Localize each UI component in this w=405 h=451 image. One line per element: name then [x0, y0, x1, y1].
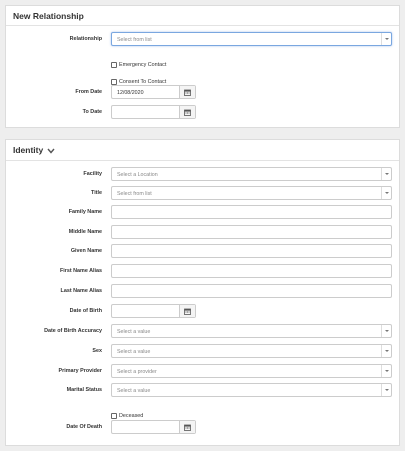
- first-name-alias-label: First Name Alias: [59, 268, 102, 274]
- relationship-row: Relationship Select from list: [6, 32, 399, 48]
- facility-row: Facility Select a Location: [6, 167, 399, 183]
- sex-row: Sex Select a value: [6, 344, 399, 360]
- title-placeholder: Select from list: [117, 190, 152, 197]
- sex-placeholder: Select a value: [117, 348, 151, 355]
- relationship-placeholder: Select from list: [117, 36, 152, 43]
- date-of-death-label: Date Of Death: [66, 424, 102, 430]
- dob-accuracy-placeholder: Select a value: [117, 328, 151, 335]
- from-date-value: 12/08/2020: [117, 89, 144, 96]
- from-date-field[interactable]: 12/08/2020: [111, 85, 196, 99]
- chevron-down-icon: [381, 384, 391, 396]
- calendar-icon: [184, 308, 191, 315]
- primary-provider-label: Primary Provider: [58, 368, 102, 374]
- from-date-row: From Date 12/08/2020: [6, 85, 399, 101]
- to-date-row: To Date: [6, 105, 399, 121]
- facility-label: Facility: [83, 171, 102, 177]
- primary-provider-row: Primary Provider Select a provider: [6, 364, 399, 380]
- first-name-alias-input[interactable]: [111, 264, 392, 278]
- to-date-field[interactable]: [111, 105, 196, 119]
- panel-title: New Relationship: [6, 6, 399, 26]
- facility-placeholder: Select a Location: [117, 171, 158, 178]
- panel-header[interactable]: Identity: [6, 140, 399, 161]
- given-name-label: Given Name: [70, 248, 102, 254]
- sex-select[interactable]: Select a value: [111, 344, 392, 358]
- calendar-button[interactable]: [179, 421, 195, 433]
- relationship-select[interactable]: Select from list: [111, 32, 392, 46]
- title-row: Title Select from list: [6, 186, 399, 202]
- calendar-icon: [184, 109, 191, 116]
- family-name-input[interactable]: [111, 205, 392, 219]
- marital-status-label: Marital Status: [66, 387, 102, 393]
- date-of-death-field[interactable]: [111, 420, 196, 434]
- chevron-down-icon: [381, 187, 391, 199]
- new-relationship-panel: New Relationship Relationship Select fro…: [5, 5, 400, 128]
- emergency-contact-label: Emergency Contact: [119, 61, 167, 68]
- marital-status-select[interactable]: Select a value: [111, 383, 392, 397]
- identity-panel: Identity Facility Select a Location Titl…: [5, 139, 400, 446]
- family-name-row: Family Name: [6, 205, 399, 221]
- primary-provider-select[interactable]: Select a provider: [111, 364, 392, 378]
- panel-title: Identity: [13, 145, 44, 155]
- given-name-input[interactable]: [111, 244, 392, 258]
- chevron-down-icon: [381, 345, 391, 357]
- calendar-button[interactable]: [179, 86, 195, 98]
- last-name-alias-input[interactable]: [111, 284, 392, 298]
- chevron-down-icon: [381, 168, 391, 180]
- middle-name-label: Middle Name: [68, 229, 102, 235]
- last-name-alias-row: Last Name Alias: [6, 284, 399, 300]
- dob-field[interactable]: [111, 304, 196, 318]
- dob-row: Date of Birth: [6, 304, 399, 320]
- deceased-label: Deceased: [119, 412, 144, 419]
- relationship-label: Relationship: [69, 36, 102, 42]
- calendar-icon: [184, 89, 191, 96]
- first-name-alias-row: First Name Alias: [6, 264, 399, 280]
- primary-provider-placeholder: Select a provider: [117, 368, 157, 375]
- emergency-contact-row: Emergency Contact: [6, 53, 399, 69]
- checkbox-icon: [111, 412, 117, 419]
- checkbox-icon: [111, 78, 117, 85]
- dob-accuracy-row: Date of Birth Accuracy Select a value: [6, 324, 399, 340]
- title-label: Title: [91, 190, 102, 196]
- chevron-down-icon: [381, 365, 391, 377]
- dob-accuracy-label: Date of Birth Accuracy: [44, 328, 102, 334]
- chevron-down-icon: [381, 33, 391, 45]
- middle-name-input[interactable]: [111, 225, 392, 239]
- sex-label: Sex: [92, 348, 102, 354]
- calendar-button[interactable]: [179, 305, 195, 317]
- to-date-label: To Date: [82, 109, 102, 115]
- calendar-icon: [184, 424, 191, 431]
- last-name-alias-label: Last Name Alias: [60, 288, 102, 294]
- from-date-label: From Date: [75, 89, 102, 95]
- middle-name-row: Middle Name: [6, 225, 399, 241]
- dob-label: Date of Birth: [69, 308, 102, 314]
- family-name-label: Family Name: [68, 209, 102, 215]
- dob-accuracy-select[interactable]: Select a value: [111, 324, 392, 338]
- calendar-button[interactable]: [179, 106, 195, 118]
- date-of-death-row: Date Of Death: [6, 420, 399, 436]
- given-name-row: Given Name: [6, 244, 399, 260]
- deceased-row: Deceased: [6, 404, 399, 420]
- checkbox-icon: [111, 61, 117, 68]
- title-select[interactable]: Select from list: [111, 186, 392, 200]
- facility-select[interactable]: Select a Location: [111, 167, 392, 181]
- chevron-down-icon: [381, 325, 391, 337]
- consent-to-contact-row: Consent To Contact: [6, 70, 399, 86]
- chevron-down-icon: [47, 148, 55, 154]
- marital-status-row: Marital Status Select a value: [6, 383, 399, 399]
- marital-status-placeholder: Select a value: [117, 387, 151, 394]
- consent-to-contact-label: Consent To Contact: [119, 78, 167, 85]
